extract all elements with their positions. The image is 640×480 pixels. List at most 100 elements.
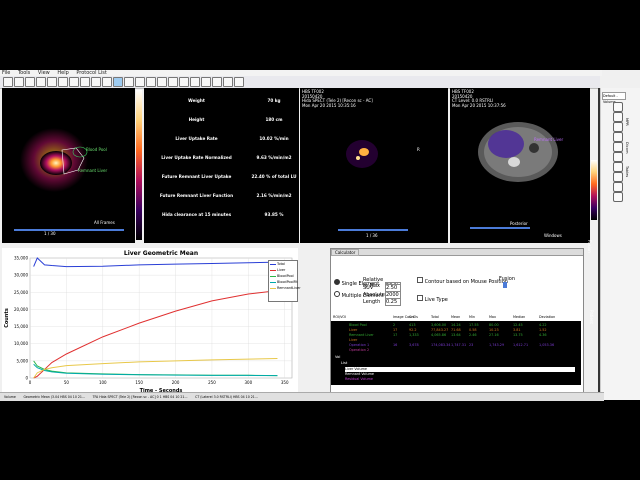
open-icon[interactable]	[3, 77, 13, 87]
window-level-icon[interactable]	[613, 162, 623, 172]
settings-icon[interactable]	[179, 77, 189, 87]
uptake-row-value: 180 cm	[265, 117, 283, 122]
spect-slice-counter: 1 / 36	[366, 233, 378, 238]
spect-slice-slider[interactable]	[338, 229, 408, 231]
sum-icon[interactable]	[146, 77, 156, 87]
stats-cell: 10.23	[489, 328, 499, 332]
fusion-slider[interactable]	[503, 282, 507, 288]
stats-cell: 17	[393, 328, 398, 332]
legend-swatch	[270, 282, 276, 283]
stats-row-name: Blood Pool	[349, 323, 367, 327]
pencil-icon[interactable]	[58, 77, 68, 87]
roi-label-remnant-liver: Remnant Liver	[78, 168, 108, 173]
live-type-checkbox[interactable]	[417, 295, 423, 301]
angle-icon[interactable]	[80, 77, 90, 87]
calc-field-row: Length 0.25	[363, 298, 401, 306]
filter-icon[interactable]	[135, 77, 145, 87]
uptake-row-value: 70 kg	[267, 98, 281, 103]
camera-icon[interactable]	[613, 192, 623, 202]
search-icon[interactable]	[613, 122, 623, 132]
frame-slider[interactable]	[14, 229, 124, 231]
uptake-row-value: 22.40 % of total LU	[251, 174, 297, 179]
sidebar-tab[interactable]: MPR	[625, 118, 629, 126]
stats-row-name: Remnant Liver	[349, 333, 374, 337]
stats-row[interactable]: Operation 2	[331, 348, 581, 353]
layout-icon[interactable]	[234, 77, 244, 87]
contrast-icon[interactable]	[102, 77, 112, 87]
zoom-icon[interactable]	[25, 77, 35, 87]
stats-header-cell: Max	[489, 315, 497, 319]
gear-icon[interactable]	[613, 142, 623, 152]
legend-label: BloodPool	[277, 274, 294, 278]
spect-viewport[interactable]: HBS TF002 20150420 Hida SPECT (Tele 2) […	[300, 88, 448, 243]
screenshot-icon[interactable]	[190, 77, 200, 87]
y-tick-label: 20,000	[14, 307, 28, 312]
status-item[interactable]: Geometric Mean (3.04 HBS 04 10 21...	[23, 395, 85, 399]
stats-cell: 4,065.86	[431, 333, 447, 337]
copy-icon[interactable]	[168, 77, 178, 87]
grid-icon[interactable]	[223, 77, 233, 87]
sidebar-tab[interactable]: Dicom	[625, 142, 629, 153]
calc-field-input[interactable]: 0.25	[385, 298, 401, 306]
stats-cell: 92.2	[409, 328, 417, 332]
uptake-row-label: Future Remnant Liver Function	[159, 193, 234, 198]
stats-cell: 27.16	[489, 333, 499, 337]
volume-list-item[interactable]: Residual Volume	[345, 377, 575, 382]
stats-header-cell: Deviation	[539, 315, 556, 319]
pointer-icon[interactable]	[47, 77, 57, 87]
crosshair-icon[interactable]	[613, 152, 623, 162]
roi-ellipse-icon[interactable]	[113, 77, 123, 87]
status-item[interactable]: Volume	[4, 395, 16, 399]
uptake-row-label: Liver Uptake Rate	[175, 136, 218, 141]
grid-icon[interactable]	[613, 182, 623, 192]
legend-label: RemnantLiver	[277, 286, 301, 290]
zoom-icon[interactable]	[613, 132, 623, 142]
stats-cell: 174,083.34	[431, 343, 451, 347]
planar-viewport[interactable]: Blood Pool Remnant Liver 1 / 30 All Fram…	[2, 88, 135, 243]
stats-cell: 16	[393, 343, 398, 347]
hand-icon[interactable]	[613, 112, 623, 122]
ct-viewport[interactable]: HBS TF002 20150420 CT Level: 0.0 RSTRLI …	[450, 88, 590, 243]
ct-line-4: Mon Apr 20 2015 10:37:56	[452, 102, 506, 108]
status-bar: Volume Geometric Mean (3.04 HBS 04 10 21…	[0, 392, 604, 401]
save-icon[interactable]	[14, 77, 24, 87]
ct-slider[interactable]	[470, 227, 530, 229]
mouse-contour-checkbox[interactable]	[417, 277, 423, 283]
layout-select[interactable]: Default - Volume	[602, 92, 626, 104]
multiple-element-radio[interactable]	[334, 291, 340, 297]
stats-row-name: Liver	[349, 328, 358, 332]
roi-free-icon[interactable]	[124, 77, 134, 87]
calc-field-row: Relative to Max50 %	[363, 277, 401, 290]
uptake-row-value: 9.63 %/min/m2	[256, 155, 292, 160]
export-icon[interactable]	[212, 77, 222, 87]
status-item[interactable]: CT (Laterel 3.0 RSTRLI) HBS 04 10 21...	[195, 395, 258, 399]
ct-windows-label: Windows	[544, 233, 562, 238]
liver-geometric-mean-chart: 0 50 100 150 200 250 300 35005,00010,00015,0002…	[4, 250, 293, 394]
y-tick-label: 10,000	[14, 341, 28, 346]
list-icon[interactable]	[613, 172, 623, 182]
stats-cell: 1,743.29	[489, 343, 505, 347]
legend-swatch	[270, 288, 276, 289]
sidebar-tab[interactable]: Tables	[625, 166, 629, 177]
tab-calculator[interactable]: Calculator	[331, 249, 360, 256]
stats-header-cell: Mean	[451, 315, 461, 319]
stats-header-cell: Min	[469, 315, 476, 319]
x-tick-label: 350	[281, 380, 289, 385]
roi-stats-table: ROI/VOI Image Count CnOs Total Mean Min Max Med…	[331, 315, 581, 385]
print-icon[interactable]	[201, 77, 211, 87]
stats-cell: 1,612.71	[513, 343, 529, 347]
ruler-icon[interactable]	[69, 77, 79, 87]
single-element-radio[interactable]	[334, 279, 340, 285]
y-tick-label: 5,000	[17, 358, 29, 363]
stats-row-name: Operation 2	[349, 348, 370, 352]
text-icon[interactable]	[91, 77, 101, 87]
status-item[interactable]: TFA Hida SPECT (Tele 2) [Recon sc - AC] …	[93, 395, 188, 399]
function-icon[interactable]	[157, 77, 167, 87]
calc-field-label: Length	[363, 299, 381, 305]
uptake-row-value: 93.85 %	[264, 212, 284, 217]
x-tick-label: 300	[245, 380, 253, 385]
pan-icon[interactable]	[36, 77, 46, 87]
stats-header-cell: ROI/VOI	[333, 315, 347, 319]
uptake-row-label: Liver Uptake Rate Normalized	[161, 155, 232, 160]
stats-cell: 13.64	[451, 333, 461, 337]
